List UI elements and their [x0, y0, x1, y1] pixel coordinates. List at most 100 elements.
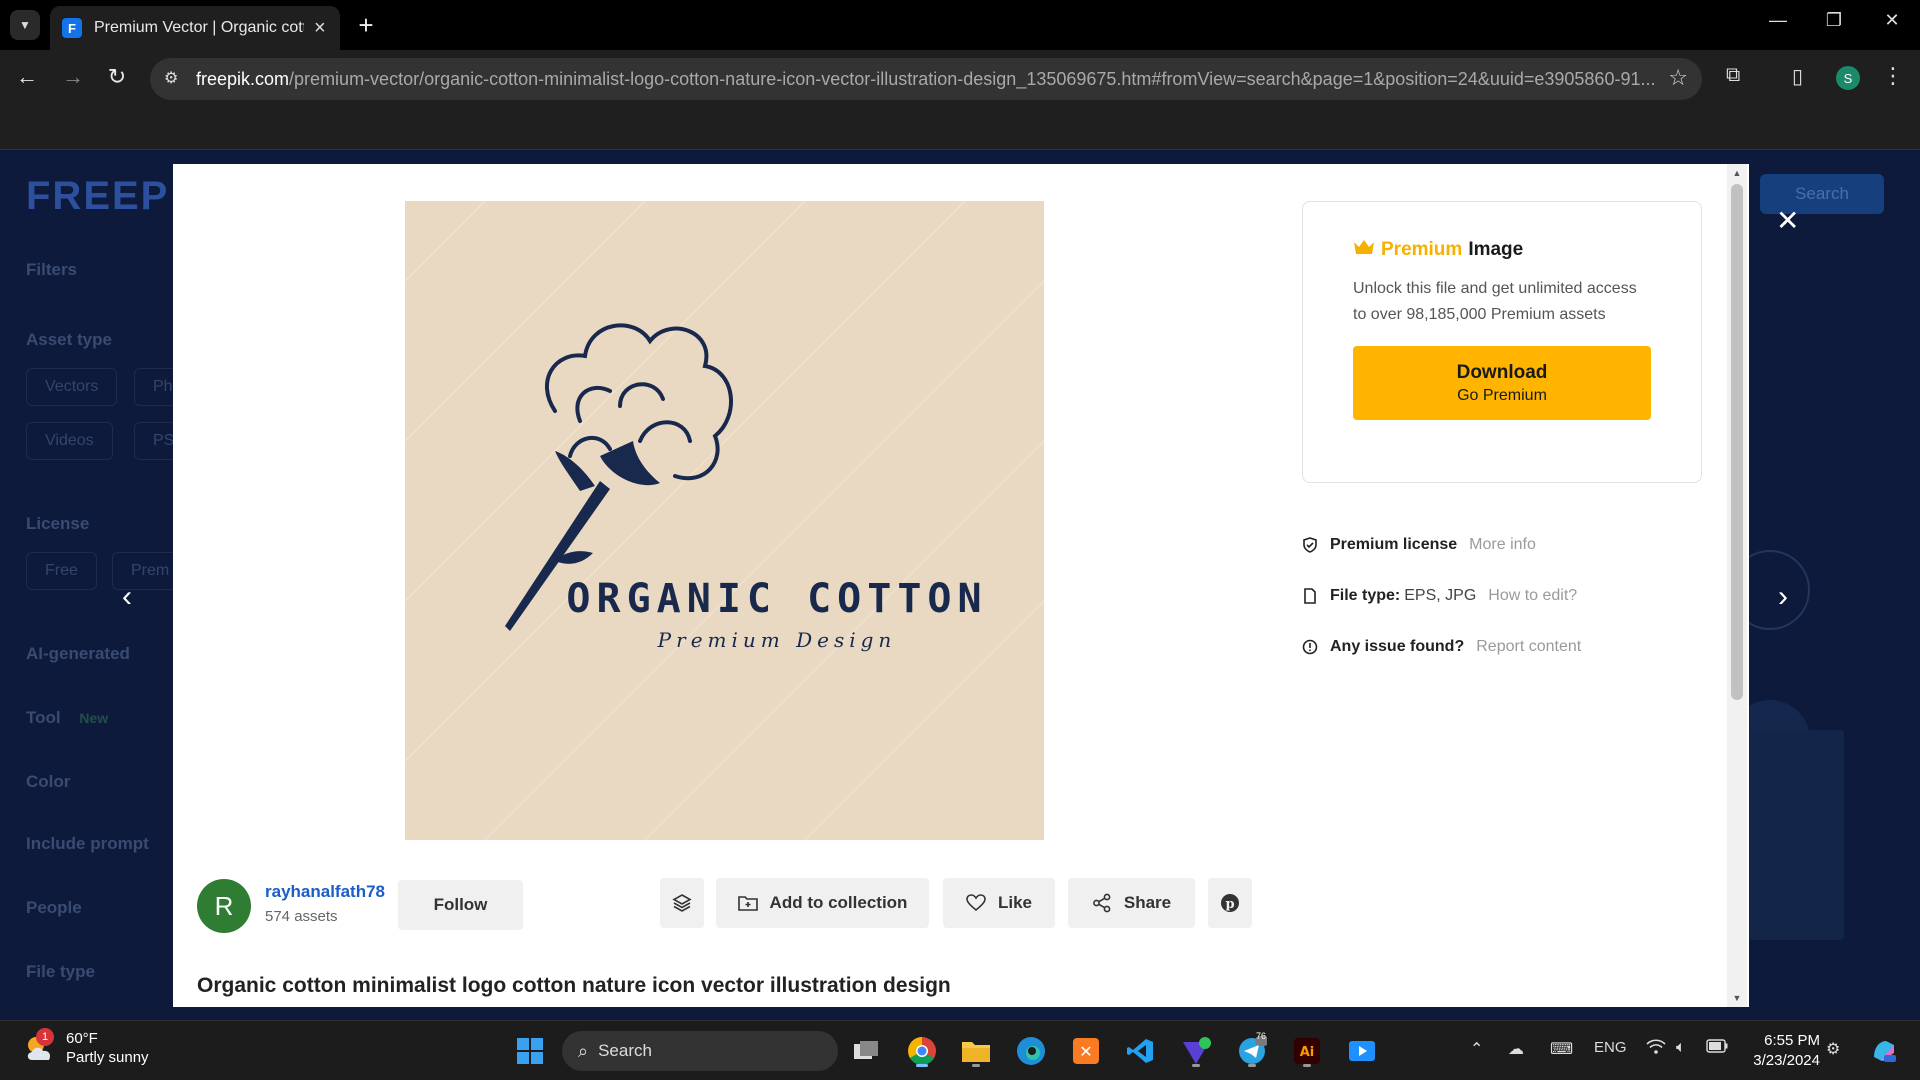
search-icon: ⌕: [578, 1040, 589, 1061]
premium-card: Premium Image Unlock this file and get u…: [1302, 201, 1702, 483]
license-label: Premium license: [1330, 536, 1458, 553]
close-window-button[interactable]: ✕: [1872, 10, 1912, 31]
windows-logo-icon: [517, 1038, 543, 1064]
side-panel-icon[interactable]: ▯: [1792, 64, 1803, 89]
browser-menu-icon[interactable]: ⋮: [1882, 63, 1904, 89]
premium-description: Unlock this file and get unlimited acces…: [1353, 280, 1637, 323]
next-arrow-icon[interactable]: ›: [1778, 580, 1788, 614]
share-icon: [1092, 893, 1112, 913]
extensions-icon[interactable]: ⧉: [1726, 64, 1740, 87]
reload-button[interactable]: ↻: [102, 64, 132, 90]
back-button[interactable]: ←: [12, 64, 42, 90]
copilot-icon[interactable]: [1866, 1033, 1902, 1069]
logo-sub-text: Premium Design: [657, 628, 897, 652]
url-path: /premium-vector/organic-cotton-minimalis…: [289, 68, 1656, 89]
freepik-favicon-icon: F: [62, 18, 82, 38]
file-explorer-icon[interactable]: [958, 1033, 994, 1069]
tray-overflow-icon[interactable]: ⌃: [1470, 1039, 1483, 1059]
modal-scrollbar[interactable]: ▲ ▼: [1727, 164, 1747, 1007]
volume-icon[interactable]: 🔈︎: [1676, 1039, 1686, 1057]
author-name[interactable]: rayhanalfath78: [265, 882, 385, 902]
new-tab-button[interactable]: +: [352, 10, 380, 41]
start-button[interactable]: [512, 1033, 548, 1069]
weather-widget[interactable]: 1 60°F Partly sunny: [22, 1028, 149, 1067]
svg-text:✕: ✕: [1079, 1042, 1092, 1061]
issue-label: Any issue found?: [1330, 638, 1465, 655]
edge-icon[interactable]: [1013, 1033, 1049, 1069]
tab-title: Premium Vector | Organic cotto: [94, 19, 304, 36]
system-clock[interactable]: 6:55 PM 3/23/2024: [1746, 1031, 1820, 1071]
weather-temperature: 60°F: [66, 1030, 98, 1047]
taskbar-search-label: Search: [598, 1041, 652, 1060]
settings-gear-icon[interactable]: ⚙: [1826, 1039, 1840, 1059]
bg-color: Color: [26, 772, 71, 791]
organic-cotton-logo: ORGANIC COTTON Premium Design: [405, 201, 1044, 840]
taskbar-search[interactable]: ⌕ Search: [562, 1031, 838, 1071]
language-indicator[interactable]: ENG: [1594, 1039, 1627, 1056]
previous-arrow-icon[interactable]: ‹: [122, 580, 132, 614]
tab-search-button[interactable]: ▼: [10, 10, 40, 40]
telegram-badge: 76: [1256, 1031, 1267, 1041]
telegram-icon[interactable]: 76: [1234, 1031, 1270, 1069]
bg-tool-label: Tool: [26, 708, 61, 727]
close-modal-icon[interactable]: ✕: [1776, 204, 1799, 237]
active-tab[interactable]: F Premium Vector | Organic cotto ×: [50, 6, 340, 50]
folder-plus-icon: [737, 894, 758, 912]
bg-chip-vectors: Vectors: [26, 368, 118, 406]
vscode-icon[interactable]: [1122, 1033, 1158, 1069]
share-button[interactable]: Share: [1068, 878, 1195, 928]
like-label: Like: [997, 893, 1033, 912]
onedrive-icon[interactable]: ☁: [1508, 1039, 1524, 1059]
keyboard-icon[interactable]: ⌨: [1550, 1039, 1573, 1059]
scroll-up-arrow-icon[interactable]: ▲: [1731, 168, 1743, 178]
media-player-icon[interactable]: [1344, 1033, 1380, 1069]
add-to-collection-label: Add to collection: [769, 893, 908, 912]
chrome-icon[interactable]: [904, 1033, 940, 1069]
illustrator-icon[interactable]: Ai: [1289, 1033, 1325, 1069]
alert-circle-icon: [1302, 639, 1318, 655]
tab-close-icon[interactable]: ×: [314, 17, 326, 40]
filetype-label: File type:: [1330, 587, 1401, 604]
address-bar[interactable]: ⚙ freepik.com /premium-vector/organic-co…: [150, 58, 1702, 100]
profile-avatar[interactable]: S: [1836, 66, 1860, 90]
weather-notification-badge: 1: [36, 1028, 54, 1046]
premium-badge: Premium: [1381, 239, 1463, 260]
pinterest-icon: p: [1221, 894, 1239, 912]
forward-button[interactable]: →: [58, 64, 88, 90]
battery-icon[interactable]: [1706, 1039, 1728, 1058]
premium-heading: Premium Image: [1353, 238, 1651, 262]
logo-main-text: ORGANIC COTTON: [566, 576, 987, 622]
clock-time: 6:55 PM: [1764, 1032, 1820, 1049]
minimize-button[interactable]: —: [1758, 10, 1798, 31]
layers-button[interactable]: [660, 878, 704, 928]
how-to-edit-link[interactable]: How to edit?: [1488, 587, 1577, 605]
add-to-collection-button[interactable]: Add to collection: [716, 878, 929, 928]
bg-people: People: [26, 898, 82, 917]
follow-button[interactable]: Follow: [398, 880, 523, 930]
pinterest-button[interactable]: p: [1208, 878, 1252, 928]
report-content-link[interactable]: Report content: [1476, 638, 1581, 656]
filetype-row: File type: EPS, JPG How to edit?: [1302, 587, 1577, 605]
task-view-icon[interactable]: [848, 1033, 884, 1069]
scroll-down-arrow-icon[interactable]: ▼: [1731, 993, 1743, 1003]
xampp-icon[interactable]: ✕: [1068, 1033, 1104, 1069]
like-button[interactable]: Like: [943, 878, 1055, 928]
tab-strip: ▼ F Premium Vector | Organic cotto × + —…: [0, 0, 1920, 50]
scroll-thumb[interactable]: [1731, 184, 1743, 700]
asset-title: Organic cotton minimalist logo cotton na…: [197, 974, 951, 997]
vpn-icon[interactable]: [1178, 1033, 1214, 1069]
url-host: freepik.com: [196, 68, 290, 89]
restore-button[interactable]: ❐: [1814, 10, 1854, 31]
bg-file-type: File type: [26, 962, 95, 981]
wifi-icon[interactable]: [1646, 1039, 1666, 1060]
more-info-link[interactable]: More info: [1469, 536, 1536, 554]
download-button[interactable]: Download Go Premium: [1353, 346, 1651, 420]
bg-ai-generated: AI-generated: [26, 644, 130, 663]
author-avatar[interactable]: R: [197, 879, 251, 933]
crown-icon: [1353, 238, 1375, 262]
issue-row: Any issue found? Report content: [1302, 638, 1581, 656]
bg-new-badge: New: [79, 710, 109, 726]
browser-toolbar: ← → ↻ ⚙ freepik.com /premium-vector/orga…: [0, 50, 1920, 108]
site-info-icon[interactable]: ⚙: [164, 68, 178, 88]
bookmark-star-icon[interactable]: ☆: [1668, 65, 1688, 91]
